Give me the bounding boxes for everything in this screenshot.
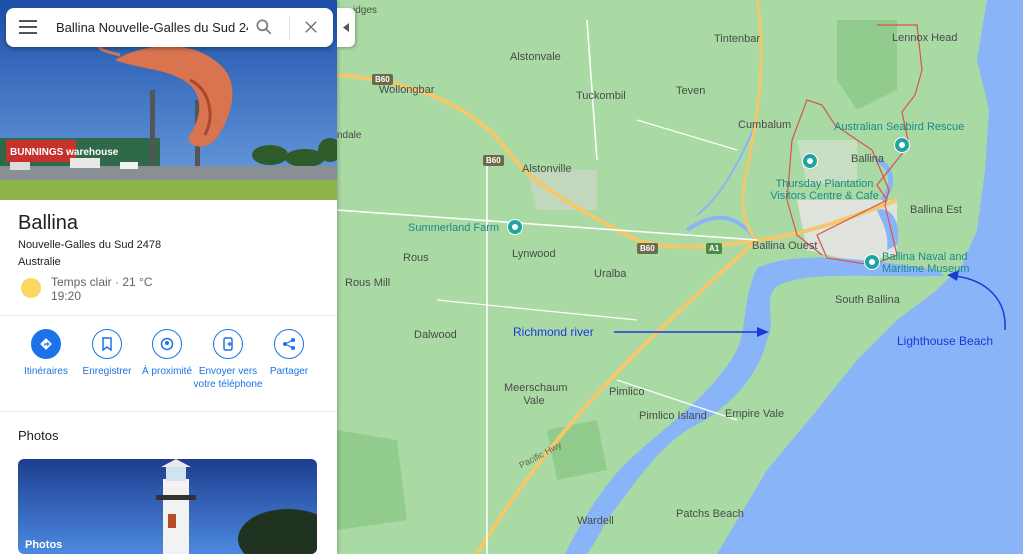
- divider: [0, 411, 337, 412]
- place-label-rous: Rous: [403, 252, 429, 264]
- place-label-lynwood: Lynwood: [512, 248, 556, 260]
- close-icon[interactable]: [302, 18, 320, 36]
- place-label-patchs-beach: Patchs Beach: [676, 508, 744, 520]
- place-side-panel: BUNNINGS warehouse Ballina Nouvelle-Gall…: [0, 0, 337, 554]
- share-label: Partager: [269, 366, 309, 377]
- search-input[interactable]: [56, 17, 248, 37]
- nearby-label: À proximité: [141, 366, 192, 377]
- poi-label-seabird-rescue[interactable]: Australian Seabird Rescue: [834, 121, 964, 133]
- road-shield: B60: [483, 155, 504, 166]
- directions-icon: [40, 338, 52, 350]
- place-label-ndale: ndale: [337, 130, 362, 141]
- place-country: Australie: [18, 256, 61, 268]
- lighthouse-photo: [18, 459, 317, 554]
- poi-label-naval-museum[interactable]: Ballina Naval and Maritime Museum: [882, 251, 992, 275]
- map-canvas[interactable]: idges Tintenbar Lennox Head Alstonvale W…: [337, 0, 1023, 554]
- poi-label-thursday-plantation[interactable]: Thursday Plantation Visitors Centre & Ca…: [757, 178, 892, 202]
- nearby-icon: [160, 337, 174, 351]
- road-shield: B60: [637, 243, 658, 254]
- directions-button[interactable]: Itinéraires: [11, 329, 81, 378]
- map-terrain: [337, 0, 1023, 554]
- nearby-button[interactable]: À proximité: [132, 329, 202, 378]
- poi-label-summerland-farm[interactable]: Summerland Farm: [408, 222, 499, 234]
- share-button[interactable]: Partager: [254, 329, 324, 378]
- weather-text: Temps clair · 21 °C: [51, 275, 153, 289]
- search-box: [6, 8, 333, 47]
- place-label-wollongbar: Wollongbar: [379, 84, 435, 96]
- photo-card-label: Photos: [25, 539, 63, 551]
- place-title: Ballina: [18, 212, 79, 234]
- bookmark-icon: [102, 337, 112, 351]
- poi-pin-seabird-rescue-icon[interactable]: [894, 137, 910, 153]
- directions-label: Itinéraires: [24, 366, 68, 377]
- place-label-dalwood: Dalwood: [414, 329, 457, 341]
- place-label-idges: idges: [353, 5, 377, 16]
- poi-pin-summerland-farm-icon[interactable]: [507, 219, 523, 235]
- place-label-alstonvale: Alstonvale: [510, 51, 561, 63]
- place-label-uralba: Uralba: [594, 268, 627, 280]
- annotation-lighthouse-beach: Lighthouse Beach: [897, 334, 994, 348]
- photo-card[interactable]: Photos: [18, 459, 317, 554]
- poi-pin-thursday-plantation-icon[interactable]: [802, 153, 818, 169]
- place-label-alstonville: Alstonville: [522, 163, 572, 175]
- share-icon: [283, 338, 295, 350]
- menu-icon[interactable]: [19, 20, 37, 34]
- place-label-teven: Teven: [676, 85, 706, 97]
- place-label-pimlico-island: Pimlico Island: [639, 410, 707, 422]
- road-shield: B60: [372, 74, 393, 85]
- poi-pin-naval-museum-icon[interactable]: [864, 254, 880, 270]
- bunnings-sign: BUNNINGS warehouse: [10, 147, 119, 158]
- chevron-left-icon: [343, 23, 349, 32]
- send-to-phone-label: Envoyer vers votre téléphone: [193, 366, 263, 390]
- search-icon[interactable]: [254, 17, 274, 37]
- annotation-richmond-river: Richmond river: [513, 325, 594, 339]
- place-label-tintenbar: Tintenbar: [714, 33, 761, 45]
- place-label-wardell: Wardell: [577, 515, 614, 527]
- weather-time: 19:20: [51, 289, 82, 303]
- photos-section-title: Photos: [18, 428, 59, 443]
- place-label-empire-vale: Empire Vale: [725, 408, 785, 420]
- search-divider: [289, 16, 290, 40]
- place-label-tuckombil: Tuckombil: [576, 90, 626, 102]
- send-to-phone-icon: [223, 337, 233, 351]
- collapse-panel-button[interactable]: [337, 8, 355, 47]
- place-label-meerschaum-vale: Meerschaum Vale: [504, 382, 568, 407]
- send-to-phone-button[interactable]: Envoyer vers votre téléphone: [193, 329, 263, 391]
- place-label-ballina: Ballina: [851, 153, 885, 165]
- divider: [0, 315, 337, 316]
- place-label-pimlico: Pimlico: [609, 386, 645, 398]
- place-label-ballina-est: Ballina Est: [910, 204, 962, 216]
- place-label-ballina-ouest: Ballina Ouest: [752, 240, 818, 252]
- road-shield: A1: [706, 243, 723, 254]
- sun-icon: [21, 278, 41, 298]
- place-label-south-ballina: South Ballina: [835, 294, 900, 306]
- place-label-rous-mill: Rous Mill: [345, 277, 391, 289]
- place-label-lennox-head: Lennox Head: [892, 32, 958, 44]
- place-label-cumbalum: Cumbalum: [738, 119, 792, 131]
- place-region: Nouvelle-Galles du Sud 2478: [18, 239, 162, 251]
